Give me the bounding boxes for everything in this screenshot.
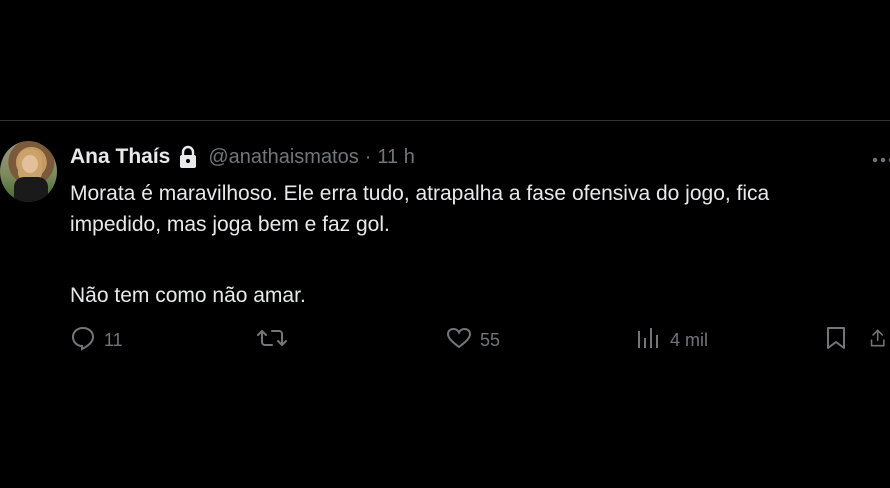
- reply-button[interactable]: 11: [70, 322, 123, 358]
- lock-icon: [178, 145, 198, 169]
- divider: [0, 120, 890, 121]
- share-button[interactable]: [870, 322, 890, 358]
- tweet-time[interactable]: 11 h: [377, 146, 414, 169]
- like-button[interactable]: 55: [446, 322, 500, 358]
- action-bar: 11 55 4 mil: [0, 322, 890, 358]
- tweet-text-line: impedido, mas joga bem e faz gol.: [70, 213, 390, 236]
- author-handle[interactable]: @anathaismatos: [208, 146, 358, 169]
- avatar-shirt: [14, 177, 48, 202]
- views-icon: [636, 325, 662, 356]
- reply-count: 11: [104, 329, 123, 350]
- views-button[interactable]: 4 mil: [636, 322, 708, 358]
- tweet-page: Ana Thaís @anathaismatos · 11 h Morata é…: [0, 0, 890, 488]
- bookmark-icon: [823, 325, 849, 356]
- like-count: 55: [480, 329, 501, 350]
- avatar[interactable]: [0, 141, 57, 202]
- retweet-button[interactable]: [257, 322, 295, 358]
- retweet-icon: [257, 325, 287, 356]
- views-count: 4 mil: [670, 329, 709, 350]
- tweet-text-line: Morata é maravilhoso. Ele erra tudo, atr…: [70, 182, 770, 205]
- header-separator: ·: [364, 145, 372, 168]
- reply-icon: [70, 325, 96, 356]
- tweet-text: Morata é maravilhoso. Ele erra tudo, atr…: [70, 178, 890, 311]
- tweet-text-line: Não tem como não amar.: [70, 284, 306, 307]
- share-icon: [870, 325, 890, 356]
- avatar-face: [22, 155, 38, 173]
- bookmark-button[interactable]: [823, 322, 849, 358]
- heart-icon: [446, 325, 472, 356]
- more-icon[interactable]: [868, 152, 890, 163]
- tweet-header: Ana Thaís @anathaismatos · 11 h: [70, 144, 415, 170]
- author-name[interactable]: Ana Thaís: [70, 145, 170, 169]
